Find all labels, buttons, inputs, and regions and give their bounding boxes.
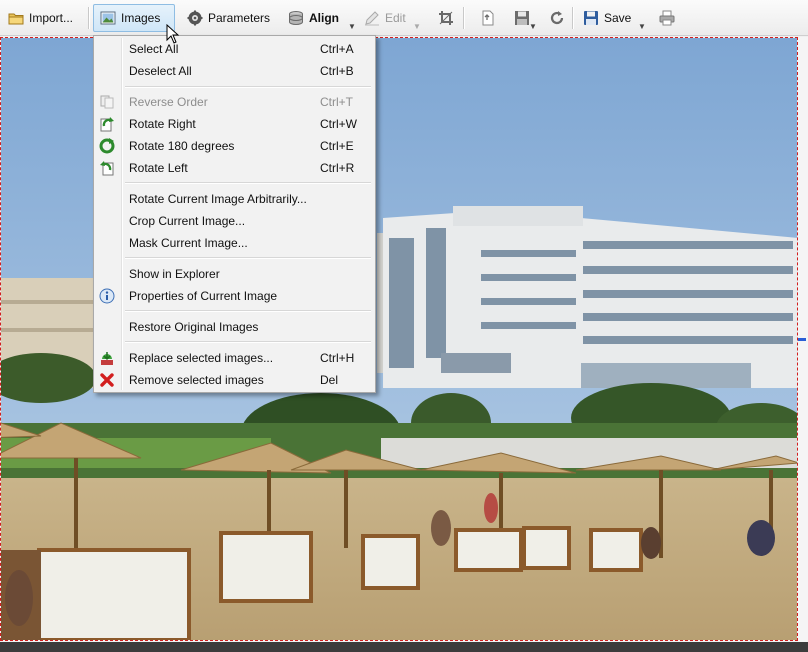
menu-item-replace-selected[interactable]: Replace selected images... Ctrl+H bbox=[96, 347, 373, 369]
menu-item-shortcut: Ctrl+B bbox=[320, 64, 354, 78]
refresh-button[interactable] bbox=[543, 4, 567, 32]
rotate-left-icon bbox=[99, 160, 115, 176]
remove-x-icon bbox=[99, 372, 115, 388]
menu-item-label: Replace selected images... bbox=[129, 351, 274, 365]
rotate-right-icon bbox=[99, 116, 115, 132]
print-button[interactable] bbox=[653, 4, 677, 32]
menu-item-label: Properties of Current Image bbox=[129, 289, 278, 303]
menu-item-rotate-left[interactable]: Rotate Left Ctrl+R bbox=[96, 157, 373, 179]
import-label: Import... bbox=[29, 11, 74, 25]
toolbar-separator bbox=[88, 7, 90, 29]
save-dropdown-arrow-icon[interactable]: ▼ bbox=[638, 22, 646, 31]
menu-item-shortcut: Ctrl+W bbox=[320, 117, 357, 131]
menu-item-label: Rotate Current Image Arbitrarily... bbox=[129, 192, 307, 206]
menu-item-reverse-order[interactable]: Reverse Order Ctrl+T bbox=[96, 91, 373, 113]
menu-item-select-all[interactable]: Select All Ctrl+A bbox=[96, 38, 373, 60]
menu-item-label: Rotate Right bbox=[129, 117, 196, 131]
menu-item-label: Select All bbox=[129, 42, 179, 56]
align-dropdown-arrow-icon[interactable]: ▼ bbox=[348, 22, 356, 31]
menu-item-label: Rotate Left bbox=[129, 161, 188, 175]
images-menu: Select All Ctrl+A Deselect All Ctrl+B Re… bbox=[93, 35, 376, 393]
edit-button[interactable]: Edit bbox=[358, 4, 410, 32]
toolbar-separator bbox=[463, 7, 465, 29]
parameters-label: Parameters bbox=[208, 11, 271, 25]
menu-item-crop-current-image[interactable]: Crop Current Image... bbox=[96, 210, 373, 232]
menu-item-shortcut: Ctrl+A bbox=[320, 42, 354, 56]
images-label: Images bbox=[121, 11, 161, 25]
menu-item-label: Show in Explorer bbox=[129, 267, 220, 281]
menu-item-label: Deselect All bbox=[129, 64, 192, 78]
parameters-button[interactable]: Parameters bbox=[181, 4, 275, 32]
menu-separator bbox=[125, 341, 371, 343]
align-button[interactable]: Align bbox=[282, 4, 350, 32]
toolbar: Import... Images Parameters Align ▼ Edit… bbox=[0, 0, 808, 36]
position-marker[interactable] bbox=[798, 338, 806, 341]
menu-item-shortcut: Del bbox=[320, 373, 339, 387]
status-bar bbox=[0, 642, 808, 652]
menu-item-shortcut: Ctrl+E bbox=[320, 139, 354, 153]
rotate-180-icon bbox=[99, 138, 115, 154]
align-icon bbox=[288, 10, 304, 26]
align-label: Align bbox=[309, 11, 339, 25]
menu-item-label: Reverse Order bbox=[129, 95, 208, 109]
images-icon bbox=[100, 10, 116, 26]
menu-item-rotate-180[interactable]: Rotate 180 degrees Ctrl+E bbox=[96, 135, 373, 157]
menu-item-shortcut: Ctrl+R bbox=[320, 161, 355, 175]
save-button[interactable]: Save bbox=[577, 4, 635, 32]
menu-item-label: Rotate 180 degrees bbox=[129, 139, 235, 153]
menu-item-shortcut: Ctrl+T bbox=[320, 95, 353, 109]
menu-item-restore-original[interactable]: Restore Original Images bbox=[96, 316, 373, 338]
refresh-icon bbox=[549, 10, 565, 26]
menu-item-label: Crop Current Image... bbox=[129, 214, 246, 228]
reverse-order-icon bbox=[99, 94, 115, 110]
menu-item-label: Remove selected images bbox=[129, 373, 264, 387]
mouse-cursor-icon bbox=[166, 24, 180, 44]
menu-separator bbox=[125, 182, 371, 184]
folder-icon bbox=[8, 10, 24, 26]
edit-dropdown-arrow-icon[interactable]: ▼ bbox=[413, 22, 421, 31]
export-button[interactable] bbox=[474, 4, 498, 32]
menu-separator bbox=[125, 257, 371, 259]
replace-icon bbox=[99, 350, 115, 366]
menu-item-mask-current-image[interactable]: Mask Current Image... bbox=[96, 232, 373, 254]
images-button[interactable]: Images bbox=[93, 4, 175, 32]
menu-item-properties[interactable]: Properties of Current Image bbox=[96, 285, 373, 307]
menu-item-deselect-all[interactable]: Deselect All Ctrl+B bbox=[96, 60, 373, 82]
import-button[interactable]: Import... bbox=[2, 4, 82, 32]
toolbar-separator bbox=[572, 7, 574, 29]
save-label: Save bbox=[604, 11, 632, 25]
menu-item-label: Mask Current Image... bbox=[129, 236, 248, 250]
menu-item-label: Restore Original Images bbox=[129, 320, 259, 334]
crop-icon bbox=[438, 10, 454, 26]
export-icon bbox=[480, 10, 496, 26]
save-as-dropdown-arrow-icon[interactable]: ▼ bbox=[529, 22, 537, 31]
menu-separator bbox=[125, 310, 371, 312]
print-icon bbox=[659, 10, 675, 26]
save-icon bbox=[583, 10, 599, 26]
menu-item-remove-selected[interactable]: Remove selected images Del bbox=[96, 369, 373, 391]
info-icon bbox=[99, 288, 115, 304]
canvas-right-edge bbox=[798, 37, 808, 642]
parameters-icon bbox=[187, 10, 203, 26]
menu-item-shortcut: Ctrl+H bbox=[320, 351, 355, 365]
menu-separator bbox=[125, 86, 371, 88]
crop-button[interactable] bbox=[432, 4, 456, 32]
edit-icon bbox=[364, 10, 380, 26]
menu-item-show-in-explorer[interactable]: Show in Explorer bbox=[96, 263, 373, 285]
edit-label: Edit bbox=[385, 11, 406, 25]
menu-item-rotate-arbitrary[interactable]: Rotate Current Image Arbitrarily... bbox=[96, 188, 373, 210]
save-as-icon bbox=[514, 10, 530, 26]
menu-item-rotate-right[interactable]: Rotate Right Ctrl+W bbox=[96, 113, 373, 135]
